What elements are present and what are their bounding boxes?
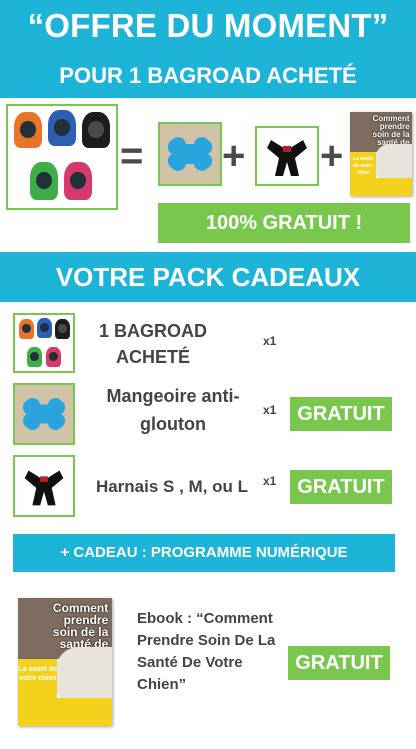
pack-item-harness-badge: GRATUIT — [290, 470, 392, 504]
harness-icon — [24, 470, 64, 506]
bag-blue — [48, 110, 76, 146]
harness-image — [255, 126, 319, 186]
pack-item-bag-qty: x1 — [263, 334, 277, 348]
pack-item-feeder-label: Mangeoire anti-glouton — [106, 386, 240, 434]
ebook-cover: Comment prendre soin de la santé de votr… — [18, 598, 112, 726]
free-banner: 100% GRATUIT ! — [158, 203, 410, 243]
pack-item-harness-image — [13, 455, 75, 517]
bag-orange — [14, 112, 42, 148]
pack-item-bag-label: 1 BAGROAD ACHETÉ — [98, 321, 207, 367]
plus-sign-1: + — [222, 134, 246, 178]
bone-icon — [22, 398, 66, 430]
feeder-mat-image — [158, 122, 222, 186]
pack-title: VOTRE PACK CADEAUX — [0, 252, 416, 302]
pack-item-feeder-badge: GRATUIT — [290, 397, 392, 431]
bag-green — [30, 162, 58, 200]
pack-item-feeder-qty: x1 — [263, 403, 277, 417]
bone-icon — [167, 137, 213, 171]
offer-subtitle: POUR 1 BAGROAD ACHETÉ — [0, 54, 416, 98]
plus-sign-2: + — [320, 134, 344, 178]
pack-item-bags-image — [13, 313, 75, 373]
ebook-cover-small: Comment prendre soin de la santé de votr… — [350, 112, 412, 196]
pack-item-feeder-image — [13, 383, 75, 445]
ebook-label: Ebook : “Comment Prendre Soin De La Sant… — [137, 610, 276, 693]
offer-title: “OFFRE DU MOMENT” — [0, 0, 416, 54]
equals-sign: = — [120, 134, 144, 178]
harness-icon — [267, 140, 307, 176]
pack-item-harness-qty: x1 — [263, 474, 277, 488]
digital-gift-banner: + CADEAU : PROGRAMME NUMÉRIQUE — [13, 534, 395, 572]
bag-pink — [64, 162, 92, 200]
ebook-badge: GRATUIT — [288, 646, 390, 680]
pack-item-harness-label: Harnais S , M, ou L — [95, 477, 249, 496]
bag-black — [82, 112, 110, 148]
bags-image — [6, 104, 118, 210]
